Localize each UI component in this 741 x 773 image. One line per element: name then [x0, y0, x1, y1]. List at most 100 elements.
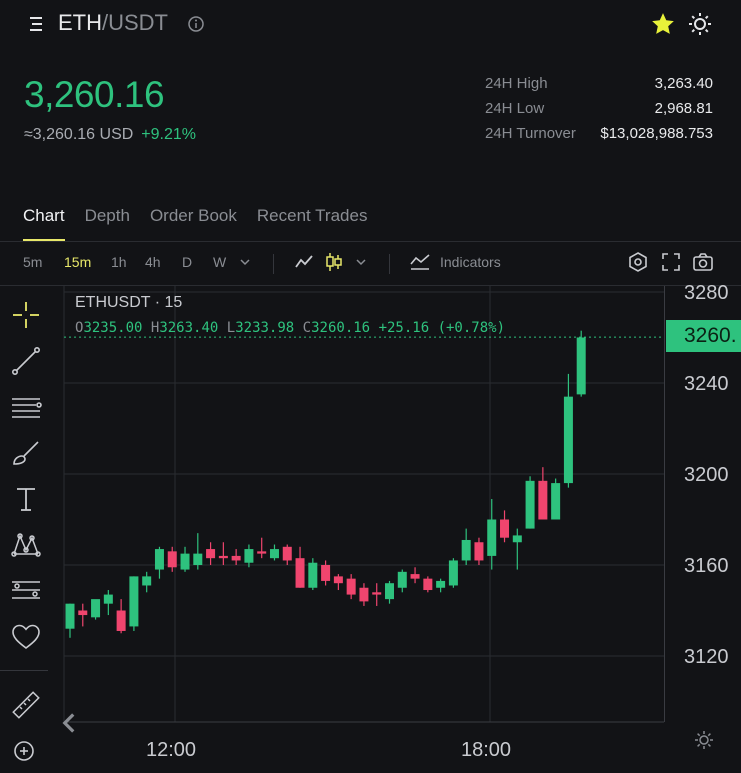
legend-change: +25.16 (+0.78%) [378, 320, 505, 336]
fib-levels-icon[interactable] [9, 574, 43, 608]
crosshair-icon[interactable] [9, 298, 43, 332]
candle-body [333, 576, 343, 584]
candle-body [282, 546, 292, 561]
pair-title[interactable]: ETH/USDT [58, 10, 168, 36]
candle [103, 590, 113, 616]
price-change: +9.21% [141, 126, 197, 143]
stat-row-high: 24H High 3,263.40 [485, 74, 713, 99]
candle [308, 558, 318, 591]
interval-d[interactable]: D [182, 254, 192, 270]
toolbar-divider [389, 254, 390, 274]
heart-icon[interactable] [9, 620, 43, 654]
price-axis-divider [664, 286, 665, 722]
settings-hex-icon[interactable] [627, 251, 649, 276]
candle-body [448, 560, 458, 586]
candle-body [372, 592, 382, 595]
candle [193, 533, 203, 570]
candle [321, 560, 331, 586]
candle-body [308, 562, 318, 588]
candle [218, 542, 228, 565]
horizontal-lines-icon[interactable] [9, 390, 43, 424]
pair-quote: /USDT [102, 10, 168, 35]
price-chart[interactable] [0, 286, 741, 762]
interval-5m[interactable]: 5m [23, 254, 42, 270]
candle [487, 499, 497, 570]
info-icon[interactable] [187, 15, 205, 33]
candle-body [346, 578, 356, 595]
candle [244, 544, 254, 568]
stat-value: 3,263.40 [654, 75, 713, 92]
collapse-tools-chevron-left-icon[interactable] [52, 706, 75, 733]
interval-1h[interactable]: 1h [111, 254, 127, 270]
interval-chevron-down-icon[interactable] [238, 252, 252, 275]
stat-value: 2,968.81 [654, 100, 713, 117]
tab-order-book[interactable]: Order Book [150, 206, 237, 241]
candle [154, 546, 164, 579]
candle-body [500, 519, 510, 538]
candle [525, 476, 535, 529]
interval-15m[interactable]: 15m [64, 254, 91, 270]
indicators-button[interactable]: Indicators [440, 254, 501, 270]
axis-settings-gear-icon[interactable] [694, 730, 714, 750]
candle-body [116, 610, 126, 631]
candle-body [244, 549, 254, 563]
text-tool-icon[interactable] [9, 482, 43, 516]
candle [295, 546, 305, 588]
candle-body [525, 480, 535, 529]
star-icon[interactable] [650, 11, 676, 37]
last-price: 3,260.16 [24, 74, 165, 115]
interval-w[interactable]: W [213, 254, 226, 270]
candle [231, 549, 241, 565]
candle [474, 537, 484, 565]
candle [385, 580, 394, 604]
candle-body [142, 576, 152, 586]
trend-line-icon[interactable] [9, 344, 43, 378]
candle [397, 569, 407, 593]
candle-body [129, 576, 139, 627]
interval-4h[interactable]: 4h [145, 254, 161, 270]
candle [436, 578, 446, 593]
candle [116, 599, 126, 634]
candle-body [269, 549, 279, 559]
candle-body [487, 519, 497, 556]
camera-icon[interactable] [692, 251, 714, 276]
candle [206, 542, 216, 565]
chart-toolbar: 5m 15m 1h 4h D W Indicators [0, 250, 741, 276]
tab-recent-trades[interactable]: Recent Trades [257, 206, 368, 241]
candle [359, 583, 369, 606]
y-tick-label: 3160 [684, 555, 729, 577]
sun-icon[interactable] [688, 12, 712, 36]
ruler-icon[interactable] [9, 688, 43, 722]
fullscreen-icon[interactable] [660, 251, 682, 276]
candle-body [180, 553, 190, 570]
brush-icon[interactable] [9, 436, 43, 470]
last-price-tag: 3260. [666, 320, 741, 352]
menu-icon[interactable] [26, 14, 46, 34]
usd-price-value: ≈3,260.16 USD [24, 126, 134, 143]
stat-value: $13,028,988.753 [600, 125, 713, 142]
tab-depth[interactable]: Depth [85, 206, 130, 241]
view-tabs: Chart Depth Order Book Recent Trades [23, 206, 367, 241]
zoom-in-icon[interactable] [9, 734, 43, 768]
pattern-tool-icon[interactable] [9, 528, 43, 562]
candle-body [385, 583, 394, 600]
line-chart-icon[interactable] [294, 252, 314, 275]
legend-open: 3235.00 [83, 320, 143, 336]
legend-close-key: C [302, 320, 312, 336]
tools-divider [0, 670, 48, 671]
legend-high: 3263.40 [159, 320, 219, 336]
candle-body [103, 594, 113, 604]
candle [576, 330, 586, 397]
candle-body [321, 565, 331, 581]
candle-body [218, 555, 228, 559]
tab-chart[interactable]: Chart [23, 206, 65, 241]
stat-row-low: 24H Low 2,968.81 [485, 99, 713, 124]
stat-label: 24H High [485, 75, 548, 92]
chart-type-chevron-down-icon[interactable] [354, 252, 368, 275]
candle [551, 478, 561, 520]
candle-body [91, 599, 101, 618]
indicators-icon[interactable] [409, 252, 431, 275]
candle [512, 528, 522, 570]
candle-body [295, 558, 305, 588]
candlestick-icon[interactable] [324, 251, 344, 276]
